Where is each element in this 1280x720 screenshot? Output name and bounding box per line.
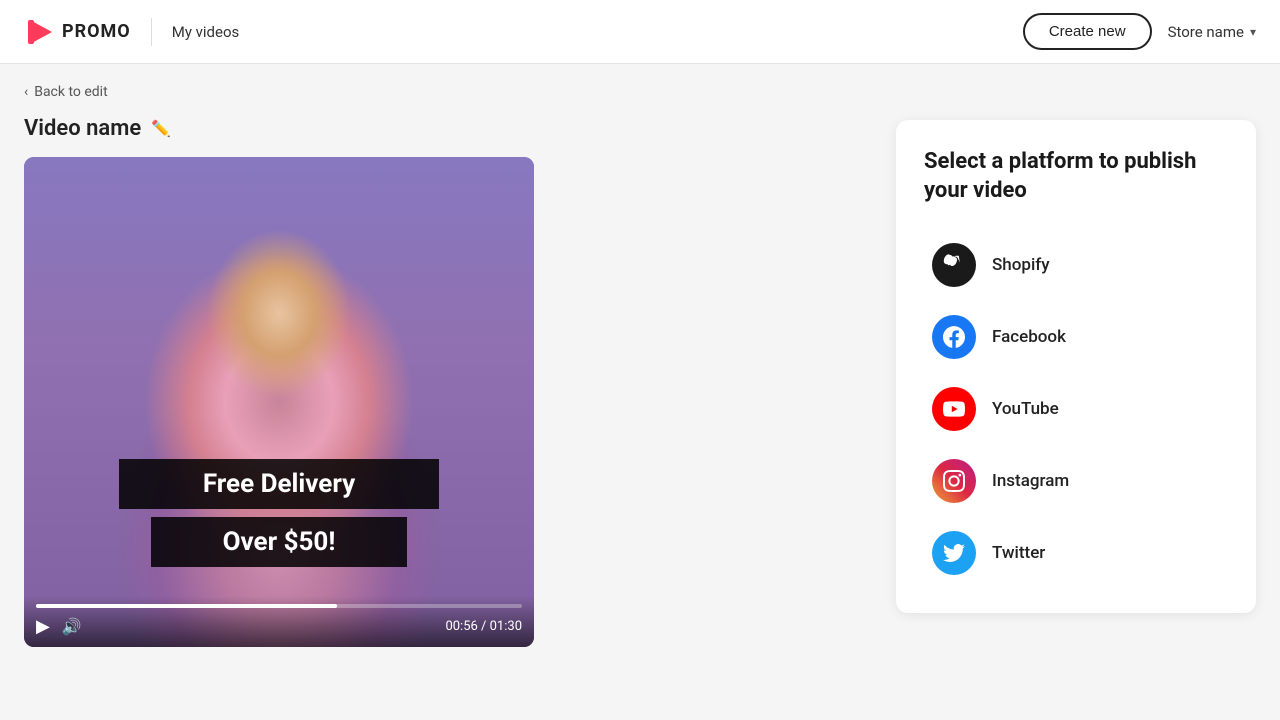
progress-bar[interactable] <box>36 604 522 608</box>
time-display: 00:56 / 01:30 <box>445 619 522 634</box>
video-frame <box>24 157 534 647</box>
create-new-button[interactable]: Create new <box>1023 13 1152 50</box>
text-overlay-container: Free Delivery Over $50! <box>119 459 439 567</box>
twitter-label: Twitter <box>992 543 1045 563</box>
panel-title: Select a platform to publish your video <box>924 148 1228 205</box>
video-background: Free Delivery Over $50! <box>24 157 534 647</box>
main-content: ‹ Back to edit Video name ✏️ Free Delive… <box>0 64 1280 720</box>
twitter-icon <box>932 531 976 575</box>
header-left: PROMO My videos <box>24 16 239 48</box>
instagram-icon <box>932 459 976 503</box>
video-player: Free Delivery Over $50! ▶ 🔊 00:56 / 01:3… <box>24 157 534 647</box>
back-to-edit-link[interactable]: ‹ Back to edit <box>24 84 872 100</box>
volume-button[interactable]: 🔊 <box>62 617 82 636</box>
video-controls: ▶ 🔊 00:56 / 01:30 <box>24 596 534 647</box>
nav-my-videos[interactable]: My videos <box>172 23 240 41</box>
facebook-symbol <box>943 326 965 348</box>
youtube-icon <box>932 387 976 431</box>
shopify-label: Shopify <box>992 255 1050 275</box>
video-title: Video name <box>24 116 141 141</box>
back-arrow-icon: ‹ <box>24 84 28 100</box>
store-name-label: Store name <box>1168 23 1244 41</box>
logo-icon <box>24 16 56 48</box>
facebook-label: Facebook <box>992 327 1066 347</box>
back-to-edit-label: Back to edit <box>34 84 107 100</box>
text-overlay-line2: Over $50! <box>151 517 407 567</box>
platform-list: Shopify Facebook YouTube <box>924 233 1228 585</box>
left-panel: ‹ Back to edit Video name ✏️ Free Delive… <box>24 84 872 700</box>
facebook-icon <box>932 315 976 359</box>
platform-item-facebook[interactable]: Facebook <box>924 305 1228 369</box>
instagram-symbol <box>943 470 965 492</box>
controls-left: ▶ 🔊 <box>36 616 82 637</box>
store-name-menu[interactable]: Store name ▾ <box>1168 23 1256 41</box>
shopify-icon <box>932 243 976 287</box>
right-panel: Select a platform to publish your video … <box>896 120 1256 613</box>
play-button[interactable]: ▶ <box>36 616 50 637</box>
header-divider <box>151 18 152 46</box>
shopify-symbol <box>943 254 965 276</box>
edit-title-icon[interactable]: ✏️ <box>151 119 171 138</box>
logo[interactable]: PROMO <box>24 16 131 48</box>
twitter-symbol <box>943 542 965 564</box>
progress-fill <box>36 604 337 608</box>
controls-row: ▶ 🔊 00:56 / 01:30 <box>36 616 522 637</box>
instagram-label: Instagram <box>992 471 1069 491</box>
platform-item-youtube[interactable]: YouTube <box>924 377 1228 441</box>
logo-text: PROMO <box>62 21 131 42</box>
platform-item-twitter[interactable]: Twitter <box>924 521 1228 585</box>
platform-item-shopify[interactable]: Shopify <box>924 233 1228 297</box>
youtube-symbol <box>943 398 965 420</box>
text-overlay-line1: Free Delivery <box>119 459 439 509</box>
youtube-label: YouTube <box>992 399 1059 419</box>
header: PROMO My videos Create new Store name ▾ <box>0 0 1280 64</box>
video-title-row: Video name ✏️ <box>24 116 872 141</box>
chevron-down-icon: ▾ <box>1250 25 1256 39</box>
platform-item-instagram[interactable]: Instagram <box>924 449 1228 513</box>
header-right: Create new Store name ▾ <box>1023 13 1256 50</box>
